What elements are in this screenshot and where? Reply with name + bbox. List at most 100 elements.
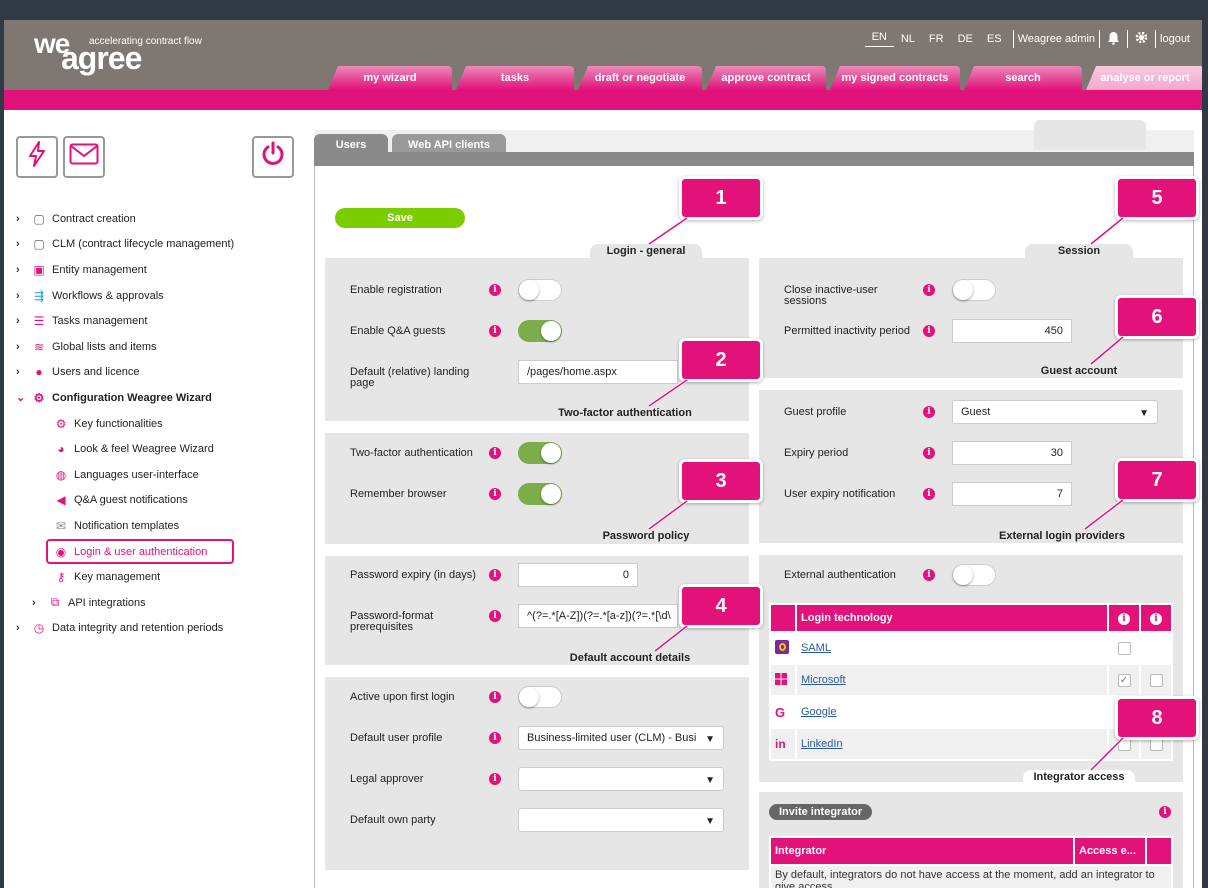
info-icon[interactable]: i	[489, 691, 501, 703]
message-button[interactable]	[63, 136, 105, 178]
provider-cell[interactable]: Microsoft	[795, 663, 1109, 697]
invite-integrator-button[interactable]: Invite integrator	[769, 804, 873, 820]
sidebar-item-configuration[interactable]: ⌄ ⚙ Configuration Weagree Wizard	[16, 385, 234, 411]
envelope-open-icon: ✉	[55, 518, 67, 533]
sidebar-subitem-api-integrations[interactable]: › ⧉ API integrations	[16, 590, 234, 616]
enable-qa-guests-toggle[interactable]	[518, 320, 562, 342]
sidebar-item-data-integrity[interactable]: › ◷ Data integrity and retention periods	[16, 616, 234, 642]
sidebar-item-global-lists[interactable]: › ≋ Global lists and items	[16, 334, 234, 360]
sidebar-item-tasks-management[interactable]: › ☰ Tasks management	[16, 308, 234, 334]
provider-cell[interactable]: LinkedIn	[795, 727, 1109, 761]
info-icon[interactable]: i	[923, 406, 935, 418]
sidebar-item-workflows[interactable]: › ⇶ Workflows & approvals	[16, 283, 234, 309]
checkbox-cell[interactable]	[1139, 663, 1173, 697]
remember-browser-toggle[interactable]	[518, 483, 562, 505]
nav-my-wizard[interactable]: my wizard	[328, 66, 452, 90]
provider-link-microsoft[interactable]: Microsoft	[801, 674, 846, 686]
sidebar-subitem-qa-notifications[interactable]: ◀ Q&A guest notifications	[16, 488, 234, 514]
logout-power-button[interactable]	[252, 136, 294, 178]
inactivity-period-input[interactable]: 450	[952, 319, 1072, 343]
info-icon[interactable]: i	[489, 284, 501, 296]
lang-en[interactable]: EN	[864, 31, 894, 47]
info-icon[interactable]: i	[489, 732, 501, 744]
provider-link-linkedin[interactable]: LinkedIn	[801, 738, 843, 750]
info-icon[interactable]: i	[923, 284, 935, 296]
sidebar-subitem-login-authentication[interactable]: ◉ Login & user authentication	[46, 538, 235, 565]
password-format-input[interactable]: ^(?=.*[A-Z])(?=.*[a-z])(?=.*[\d\	[518, 604, 678, 628]
sidebar-item-label: Configuration Weagree Wizard	[52, 391, 212, 404]
nav-tasks[interactable]: tasks	[456, 66, 574, 90]
chevron-right-icon: ›	[16, 263, 20, 276]
info-icon[interactable]: i	[923, 569, 935, 581]
lang-nl[interactable]: NL	[894, 33, 922, 45]
info-icon[interactable]: i	[923, 325, 935, 337]
sidebar-subitem-look-feel[interactable]: ◕ Look & feel Weagree Wizard	[16, 436, 234, 462]
tab-placeholder	[1034, 120, 1146, 150]
active-first-login-toggle[interactable]	[518, 686, 562, 708]
provider-cell[interactable]: SAML	[795, 631, 1109, 665]
checkbox[interactable]	[1149, 673, 1163, 687]
info-icon[interactable]: i	[489, 773, 501, 785]
provider-link-saml[interactable]: SAML	[801, 642, 831, 654]
app-window: we accelerating contract flow agree EN N…	[4, 20, 1202, 888]
bell-icon[interactable]	[1104, 31, 1123, 48]
sidebar-subitem-key-functionalities[interactable]: ⚙ Key functionalities	[16, 411, 234, 437]
lang-fr[interactable]: FR	[922, 33, 951, 45]
user-name[interactable]: Weagree admin	[1018, 33, 1095, 45]
nav-analyse-or-report[interactable]: analyse or report	[1086, 66, 1202, 90]
nav-draft-or-negotiate[interactable]: draft or negotiate	[578, 66, 702, 90]
close-inactive-toggle[interactable]	[952, 279, 996, 301]
callout-8: 8	[1115, 696, 1199, 740]
expiry-notification-input[interactable]: 7	[952, 482, 1072, 506]
gear-icon[interactable]	[1132, 31, 1151, 47]
guest-profile-select[interactable]: Guest ▼	[952, 400, 1158, 424]
sidebar-item-entity-management[interactable]: › ▣ Entity management	[16, 257, 234, 283]
default-own-party-select[interactable]: ▼	[518, 808, 724, 832]
lang-de[interactable]: DE	[951, 33, 980, 45]
section-title-password-policy: Password policy	[590, 529, 702, 543]
lang-es[interactable]: ES	[980, 33, 1009, 45]
sidebar-item-contract-creation[interactable]: › ▢ Contract creation	[16, 206, 234, 232]
password-expiry-input[interactable]: 0	[518, 563, 638, 587]
sidebar-subitem-notification-templates[interactable]: ✉ Notification templates	[16, 513, 234, 539]
checkbox-cell[interactable]: ✓	[1107, 663, 1141, 697]
checkbox-checked[interactable]: ✓	[1117, 673, 1131, 687]
sidebar-item-users-licence[interactable]: › ● Users and licence	[16, 360, 234, 386]
info-icon[interactable]: i	[489, 569, 501, 581]
login-technology-table: Login technology i i SAML Microsoft ✓ G …	[769, 603, 1173, 761]
legal-approver-select[interactable]: ▼	[518, 767, 724, 791]
nav-approve-contract[interactable]: approve contract	[706, 66, 826, 90]
external-auth-toggle[interactable]	[952, 564, 996, 586]
expiry-period-input[interactable]: 30	[952, 441, 1072, 465]
weagree-logo[interactable]: we accelerating contract flow agree	[34, 30, 202, 77]
table-header-info[interactable]: i	[1107, 603, 1141, 633]
info-icon[interactable]: i	[489, 610, 501, 622]
sidebar-subitem-languages[interactable]: ◍ Languages user-interface	[16, 462, 234, 488]
provider-link-google[interactable]: Google	[801, 706, 836, 718]
toggle-knob	[541, 484, 561, 504]
default-profile-select[interactable]: Business-limited user (CLM) - Busi ▼	[518, 726, 724, 750]
sidebar-item-clm[interactable]: › ▢ CLM (contract lifecycle management)	[16, 232, 234, 258]
checkbox[interactable]	[1117, 641, 1131, 655]
lightning-button[interactable]	[16, 136, 58, 178]
tab-underbar	[314, 152, 1194, 166]
enable-registration-toggle[interactable]	[518, 279, 562, 301]
info-icon[interactable]: i	[489, 447, 501, 459]
logout-link[interactable]: logout	[1160, 33, 1190, 45]
sidebar-subitem-key-management[interactable]: ⚷ Key management	[16, 564, 234, 590]
landing-page-input[interactable]: /pages/home.aspx	[518, 360, 678, 384]
nav-my-signed-contracts[interactable]: my signed contracts	[830, 66, 960, 90]
info-icon[interactable]: i	[489, 488, 501, 500]
save-button[interactable]: Save	[335, 208, 465, 228]
table-header-info[interactable]: i	[1139, 603, 1173, 633]
external-auth-label: External authentication	[784, 569, 896, 581]
checkbox-cell[interactable]	[1107, 631, 1141, 665]
two-factor-toggle[interactable]	[518, 442, 562, 464]
info-icon[interactable]: i	[923, 488, 935, 500]
sidebar-item-label: Contract creation	[52, 212, 136, 225]
provider-cell[interactable]: Google	[795, 695, 1109, 729]
info-icon[interactable]: i	[489, 325, 501, 337]
info-icon[interactable]: i	[1159, 806, 1171, 818]
info-icon[interactable]: i	[923, 447, 935, 459]
nav-search[interactable]: search	[964, 66, 1082, 90]
